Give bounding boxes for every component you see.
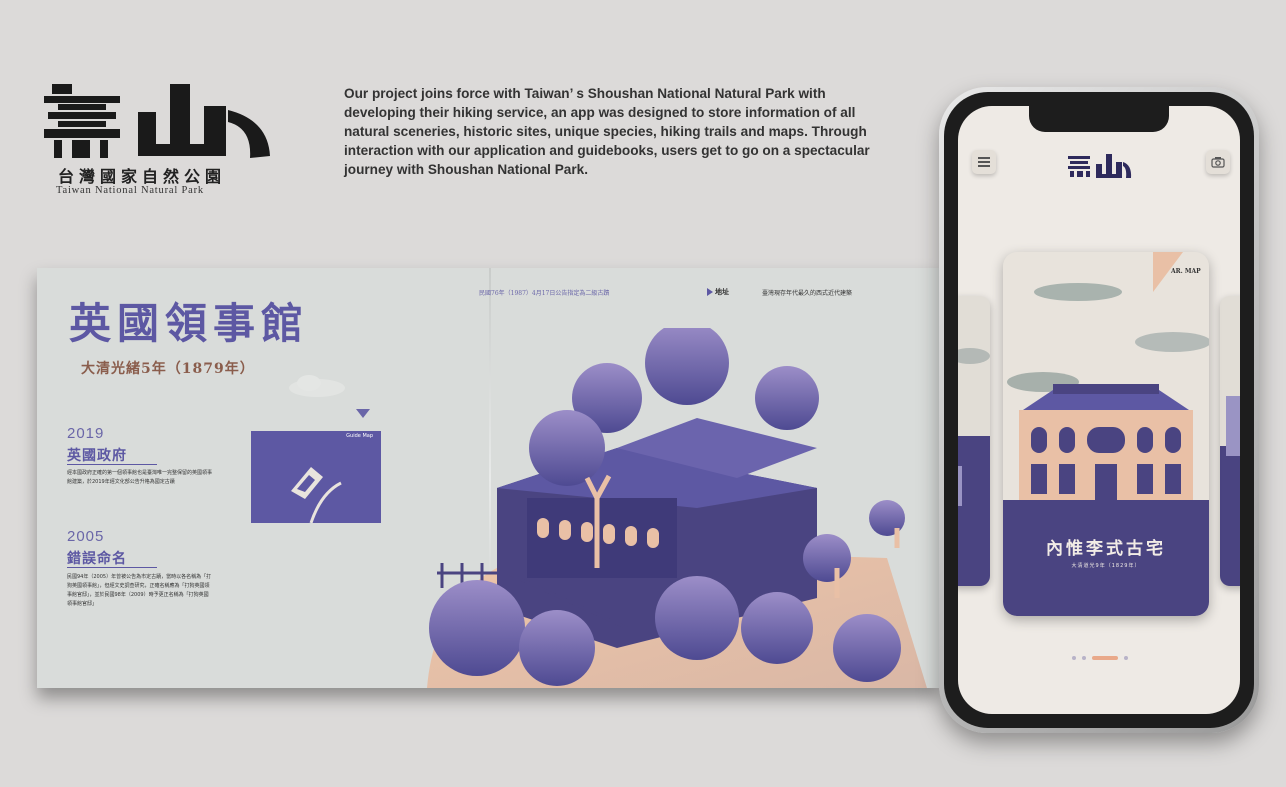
guide-map[interactable]: Guide Map <box>251 431 381 523</box>
consulate-illustration <box>427 328 927 688</box>
card-subtitle: 大清道光9年（1829年） <box>1071 563 1141 569</box>
play-arrow-icon <box>707 288 713 296</box>
phone-notch <box>1029 106 1169 132</box>
spread-subtitle: 大清光緒5年（1879年） <box>81 361 255 377</box>
pager-dot[interactable] <box>1072 656 1076 660</box>
timeline-year: 2019 <box>67 425 105 442</box>
building-thumbnail <box>1220 396 1240 586</box>
address-label: 地址 <box>715 288 729 296</box>
carousel-card-active[interactable]: AR. MAP 內惟李式古宅 大清道光9年（1829年） <box>1003 252 1209 616</box>
address-value: 臺灣現存年代最久的西式近代建築 <box>762 290 853 297</box>
guidebook-spread: 英國領事館 大清光緒5年（1879年） 2019 英國政府 經本國政府正確的第一… <box>37 268 939 688</box>
pager-dot-active[interactable] <box>1092 656 1118 660</box>
map-shape-icon <box>291 467 342 523</box>
timeline-body: 經本國政府正確的第一個領事館也是臺灣唯一完整保留的英國領事館建築，於2019年經… <box>67 470 213 485</box>
timeline-body: 民國94年（2005）年曾被公告為市定古蹟，當時以各名稱為「打狗英國領事館」，但… <box>67 574 212 607</box>
timeline-title: 錯誤命名 <box>67 551 127 567</box>
hamburger-icon <box>978 161 990 163</box>
camera-button[interactable] <box>1206 150 1230 174</box>
cloud-icon <box>289 375 345 397</box>
hamburger-icon <box>978 165 990 167</box>
hamburger-icon <box>978 157 990 159</box>
heritage-note: 民國76年（1987）4月17日公告指定為二級古蹟 <box>479 290 610 297</box>
pager-dot[interactable] <box>1124 656 1128 660</box>
phone-bezel: AR. MAP 內惟李式古宅 大清道光9年（1829年） <box>944 92 1254 728</box>
carousel-card-prev[interactable] <box>958 296 990 586</box>
camera-icon <box>1211 157 1225 168</box>
divider <box>67 464 157 465</box>
app-screen: AR. MAP 內惟李式古宅 大清道光9年（1829年） <box>958 106 1240 714</box>
pager-dot[interactable] <box>1082 656 1086 660</box>
spread-title: 英國領事館 <box>69 299 310 348</box>
timeline-title: 英國政府 <box>67 448 127 464</box>
app-logo <box>1068 154 1132 178</box>
project-description: Our project joins force with Taiwan’ s S… <box>344 86 870 177</box>
brand-name-en: Taiwan National Natural Park <box>56 185 204 196</box>
timeline-year: 2005 <box>67 528 105 545</box>
ar-map-badge[interactable]: AR. MAP <box>1171 268 1201 275</box>
building-thumbnail <box>958 348 990 586</box>
menu-button[interactable] <box>972 150 996 174</box>
carousel-pager[interactable] <box>1070 655 1130 661</box>
card-title: 內惟李式古宅 <box>1046 539 1166 559</box>
phone-mockup: AR. MAP 內惟李式古宅 大清道光9年（1829年） <box>939 87 1259 733</box>
carousel-card-next[interactable] <box>1220 296 1240 586</box>
divider <box>67 567 157 568</box>
brand-name-cn: 台灣國家自然公園 <box>58 167 227 186</box>
